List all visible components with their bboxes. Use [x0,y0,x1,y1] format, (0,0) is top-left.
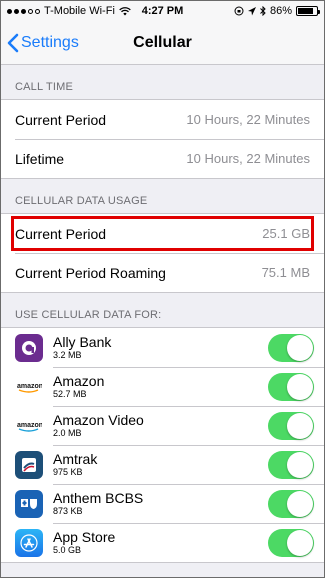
cellular-toggle[interactable] [268,489,314,518]
signal-dots-icon [7,8,40,14]
battery-percent: 86% [269,5,292,17]
orientation-lock-icon [234,6,244,16]
app-row-anthem-bcbs: Anthem BCBS 873 KB [1,484,324,523]
app-row-amtrak: Amtrak 975 KB [1,445,324,484]
amazon-icon: amazon [15,372,43,401]
section-header-call-time: CALL TIME [15,81,74,93]
anthem-icon [15,489,43,518]
data-usage-roaming-row: Current Period Roaming 75.1 MB [1,253,324,292]
amtrak-icon [15,450,43,479]
row-value: 10 Hours, 22 Minutes [186,112,310,127]
data-usage-group: Current Period 25.1 GB Current Period Ro… [1,213,324,293]
phone-screen: T-Mobile Wi-Fi 4:27 PM 86% Settings Cell… [0,0,325,578]
app-store-icon [15,528,43,557]
cellular-toggle[interactable] [268,372,314,401]
row-value: 10 Hours, 22 Minutes [186,151,310,166]
row-value: 75.1 MB [261,265,310,280]
wifi-icon [119,6,131,15]
apps-group: Ally Bank 3.2 MB amazon Amazon 52.7 MB a… [1,327,324,563]
cellular-toggle[interactable] [268,333,314,362]
cellular-toggle[interactable] [268,450,314,479]
app-name: Anthem BCBS [53,490,144,506]
status-left: T-Mobile Wi-Fi [7,5,131,17]
ally-bank-icon [15,333,43,362]
app-name: Ally Bank [53,334,112,350]
chevron-left-icon [7,33,19,52]
app-row-amazon-video: amazon Amazon Video 2.0 MB [1,406,324,445]
app-size: 2.0 MB [53,428,82,438]
app-size: 52.7 MB [53,389,87,399]
app-name: Amazon Video [53,412,144,428]
data-usage-current-period-row: Current Period 25.1 GB [1,214,324,253]
navigation-bar: Settings Cellular [1,21,324,65]
battery-icon [296,6,320,16]
section-header-data-usage: CELLULAR DATA USAGE [15,195,148,207]
cellular-toggle[interactable] [268,528,314,557]
app-size: 5.0 GB [53,545,82,555]
row-label: Current Period [15,111,107,128]
row-label: Current Period Roaming [15,264,166,281]
settings-list: CALL TIME Current Period 10 Hours, 22 Mi… [1,65,324,563]
svg-text:amazon: amazon [17,383,42,390]
section-header-apps: USE CELLULAR DATA FOR: [15,309,162,321]
back-button-label: Settings [21,33,79,51]
app-name: Amtrak [53,451,98,467]
bluetooth-icon [260,6,266,16]
carrier-label: T-Mobile Wi-Fi [44,5,115,17]
back-button[interactable]: Settings [7,33,79,53]
svg-text:amazon: amazon [17,422,42,429]
app-size: 873 KB [53,506,83,516]
location-icon [247,6,256,15]
app-size: 3.2 MB [53,350,82,360]
app-name: App Store [53,529,116,545]
row-label: Lifetime [15,150,65,167]
status-right: 86% [234,5,320,17]
app-row-amazon: amazon Amazon 52.7 MB [1,367,324,406]
app-name: Amazon [53,373,105,389]
amazon-video-icon: amazon [15,411,43,440]
app-size: 975 KB [53,467,83,477]
cellular-toggle[interactable] [268,411,314,440]
highlight-box [11,216,314,251]
status-bar: T-Mobile Wi-Fi 4:27 PM 86% [1,1,324,21]
call-time-group: Current Period 10 Hours, 22 Minutes Life… [1,99,324,179]
app-row-ally-bank: Ally Bank 3.2 MB [1,328,324,367]
call-time-current-period-row: Current Period 10 Hours, 22 Minutes [1,100,324,139]
call-time-lifetime-row: Lifetime 10 Hours, 22 Minutes [1,139,324,178]
app-row-app-store: App Store 5.0 GB [1,523,324,562]
